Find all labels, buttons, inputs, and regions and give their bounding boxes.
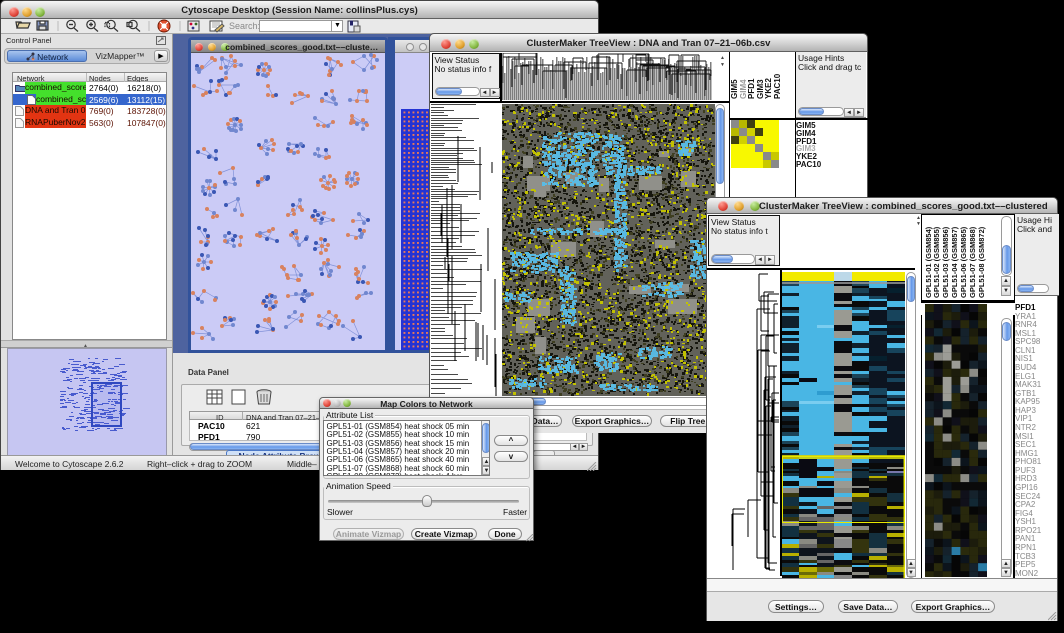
svg-text:Search:: Search: <box>229 21 260 31</box>
